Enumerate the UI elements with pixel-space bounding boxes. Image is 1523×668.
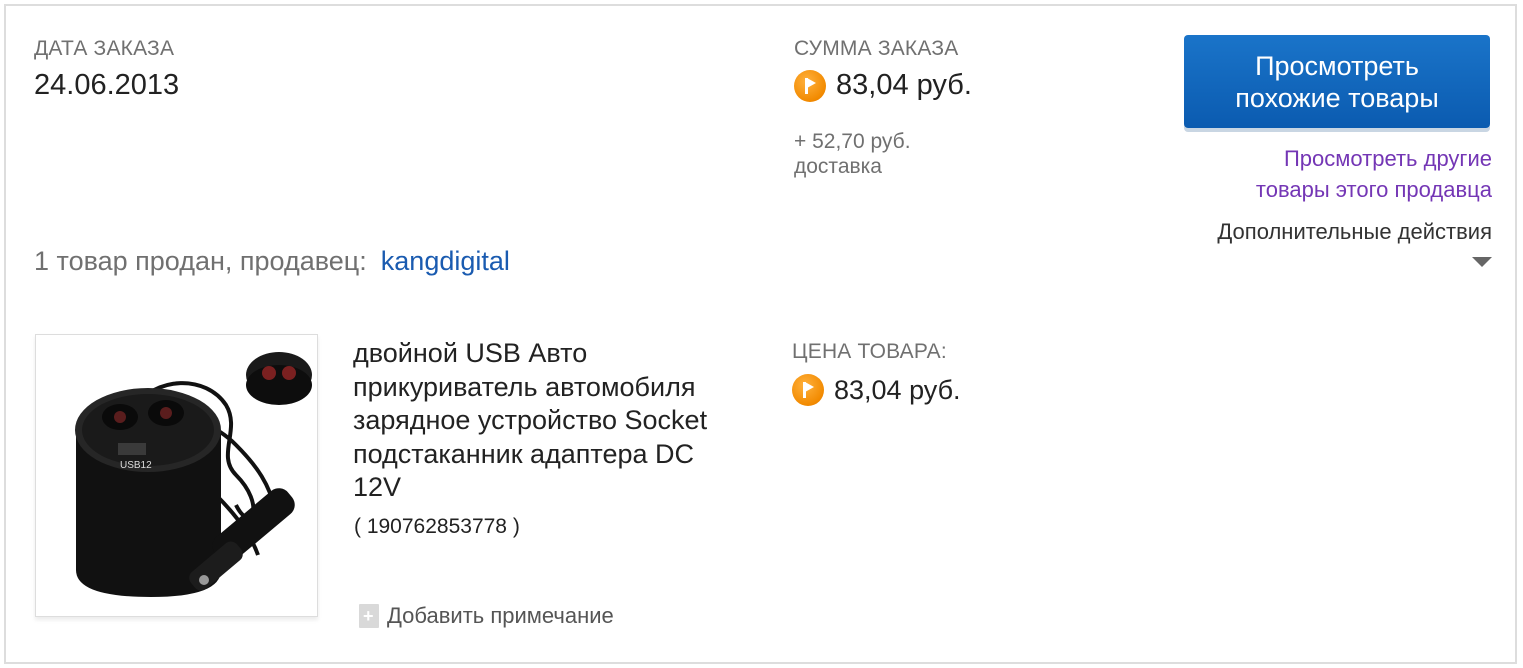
coin-icon: [794, 69, 826, 102]
item-price-label: ЦЕНА ТОВАРА:: [792, 340, 947, 363]
item-thumbnail[interactable]: USB12: [35, 334, 318, 617]
order-date: 24.06.2013: [34, 69, 180, 101]
view-similar-line2: похожие товары: [1235, 82, 1439, 113]
add-note-icon: [359, 604, 379, 628]
item-price-value: 83,04 руб.: [834, 374, 961, 405]
item-title-line: 12V: [353, 472, 402, 502]
order-date-label: ДАТА ЗАКАЗА: [34, 37, 175, 60]
seller-prefix: 1 товар продан, продавец:: [34, 246, 367, 276]
item-title-link[interactable]: двойной USB Авто прикуриватель автомобил…: [353, 337, 763, 505]
coin-icon: [792, 374, 824, 406]
more-actions-link[interactable]: Дополнительные действия: [1217, 219, 1492, 245]
item-title-line: подстаканник адаптера DC: [353, 438, 695, 469]
order-total-value: 83,04 руб.: [836, 69, 972, 101]
order-total: 83,04 руб.: [794, 69, 972, 102]
shipping-cost: + 52,70 руб.: [794, 130, 911, 153]
view-seller-items-line1: Просмотреть другие: [1283, 146, 1492, 171]
view-seller-items-line2: товары этого продавца: [1255, 177, 1492, 202]
view-similar-line1: Просмотреть: [1255, 50, 1419, 81]
item-title-line: прикуриватель автомобиля: [353, 371, 696, 402]
item-image: USB12: [75, 352, 312, 597]
view-similar-items-button[interactable]: Просмотреть похожие товары: [1184, 35, 1490, 128]
item-price: 83,04 руб.: [792, 374, 961, 406]
order-card: ДАТА ЗАКАЗА 24.06.2013 СУММА ЗАКАЗА 83,0…: [4, 4, 1517, 664]
item-id: ( 190762853778 ): [354, 515, 520, 538]
item-title-line: зарядное устройство Socket: [353, 405, 708, 435]
add-note-label: Добавить примечание: [387, 603, 614, 628]
shipping-info: + 52,70 руб. доставка: [794, 129, 911, 179]
item-title-line: двойной USB Авто: [353, 338, 588, 368]
seller-link[interactable]: kangdigital: [381, 246, 510, 277]
add-note-link[interactable]: Добавить примечание: [359, 603, 614, 629]
order-total-label: СУММА ЗАКАЗА: [794, 37, 959, 60]
caret-down-icon[interactable]: [1472, 257, 1492, 267]
view-seller-items-link[interactable]: Просмотреть другие товары этого продавца: [1256, 143, 1492, 205]
seller-line: 1 товар продан, продавец: kangdigital: [34, 246, 510, 277]
image-label: USB12: [120, 460, 152, 471]
shipping-label: доставка: [794, 155, 882, 178]
